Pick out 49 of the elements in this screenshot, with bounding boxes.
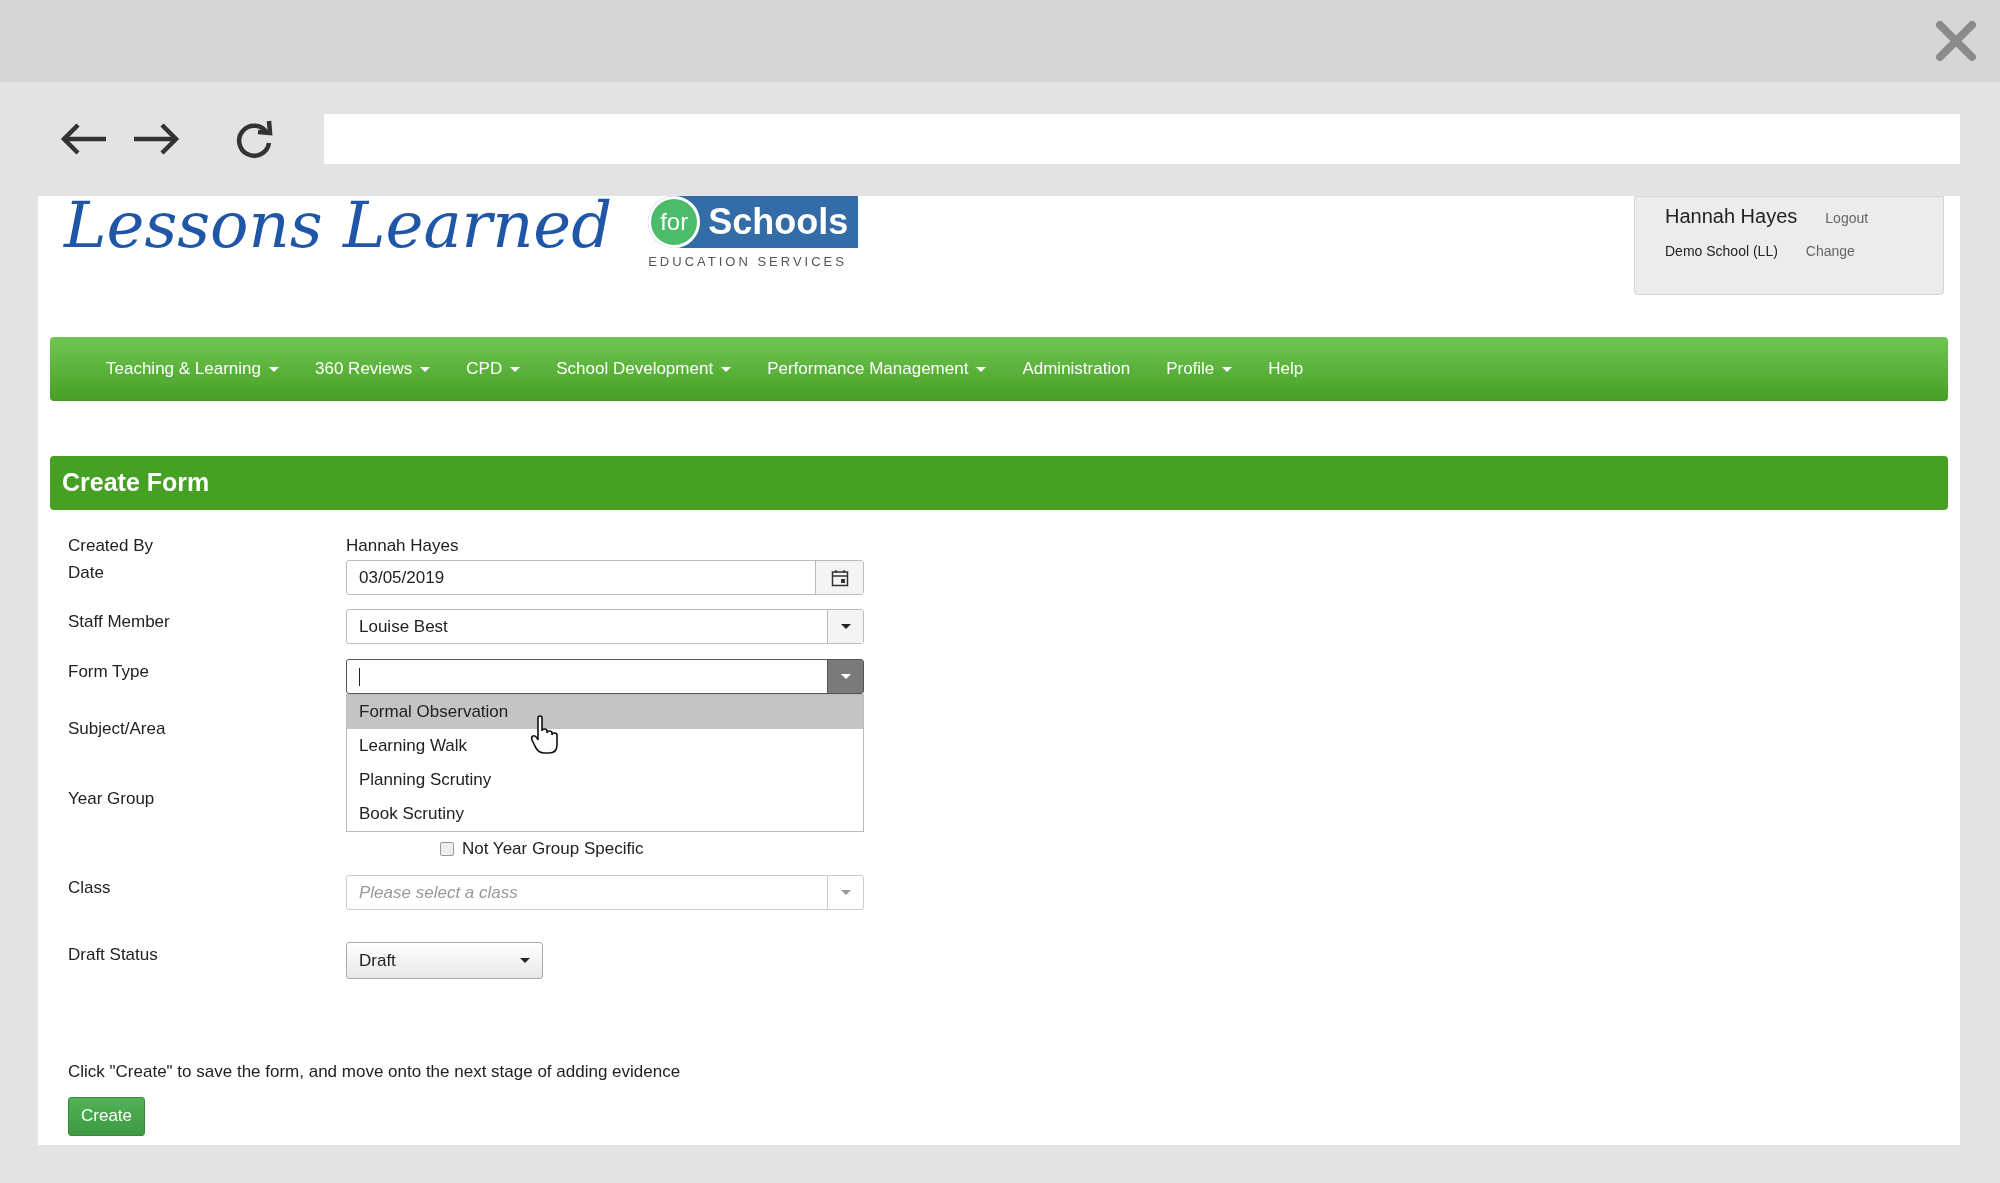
class-select[interactable]: Please select a class bbox=[346, 875, 864, 910]
nav-item[interactable]: Help bbox=[1268, 356, 1304, 382]
school-name: Demo School (LL) bbox=[1665, 242, 1778, 261]
calendar-button[interactable] bbox=[815, 561, 863, 594]
checkbox-label: Not Year Group Specific bbox=[462, 838, 644, 861]
nav-item[interactable]: School Development bbox=[556, 356, 732, 382]
field-label: Year Group bbox=[68, 787, 156, 810]
nav-item[interactable]: CPD bbox=[466, 356, 521, 382]
caret-icon bbox=[840, 674, 851, 679]
logo-title: Lessons Learned bbox=[64, 190, 613, 260]
dropdown-option[interactable]: Formal Observation bbox=[347, 695, 863, 729]
logo-tagline: EDUCATION SERVICES bbox=[648, 253, 847, 271]
field-label: Draft Status bbox=[68, 944, 159, 966]
staff-select[interactable]: Louise Best bbox=[346, 609, 864, 644]
field-label: Staff Member bbox=[68, 611, 171, 633]
forward-arrow-icon[interactable] bbox=[132, 122, 180, 156]
back-arrow-icon[interactable] bbox=[60, 122, 108, 156]
field-label: Created By bbox=[68, 535, 155, 558]
form-type-select[interactable] bbox=[346, 659, 864, 694]
checkbox[interactable] bbox=[440, 842, 454, 856]
logout-link[interactable]: Logout bbox=[1825, 208, 1869, 229]
draft-status-select[interactable]: Draft bbox=[346, 942, 543, 979]
change-link[interactable]: Change bbox=[1805, 241, 1855, 262]
date-field[interactable]: 03/05/2019 bbox=[346, 560, 864, 595]
dropdown-option[interactable]: Book Scrutiny bbox=[347, 797, 863, 831]
dropdown-option[interactable]: Planning Scrutiny bbox=[347, 763, 863, 797]
nav-item[interactable]: 360 Reviews bbox=[315, 356, 431, 382]
field-value: Hannah Hayes bbox=[346, 535, 459, 558]
reload-icon[interactable] bbox=[234, 119, 274, 159]
nav-item[interactable]: Profile bbox=[1166, 356, 1233, 382]
field-label: Class bbox=[68, 877, 112, 899]
dropdown-option[interactable]: Learning Walk bbox=[347, 729, 863, 763]
logo-text: Schools bbox=[708, 200, 849, 244]
field-label: Subject/Area bbox=[68, 718, 167, 740]
instruction-text: Click "Create" to save the form, and move onto the next stage of adding evidence bbox=[68, 1061, 682, 1083]
caret-icon bbox=[520, 958, 530, 963]
calendar-icon bbox=[830, 568, 849, 587]
nav-item[interactable]: Administration bbox=[1022, 356, 1131, 382]
field-label: Date bbox=[68, 562, 105, 584]
nav-item[interactable]: Performance Management bbox=[767, 356, 987, 382]
field-label: Form Type bbox=[68, 661, 150, 683]
user-name: Hannah Hayes bbox=[1665, 204, 1798, 229]
caret-icon bbox=[840, 624, 851, 629]
create-button[interactable]: Create bbox=[68, 1096, 146, 1136]
text-cursor bbox=[359, 667, 360, 686]
nav-item[interactable]: Teaching & Learning bbox=[106, 356, 279, 382]
caret-icon bbox=[840, 890, 851, 895]
hand-cursor-icon bbox=[530, 715, 560, 755]
panel-title: Create Form bbox=[62, 467, 210, 499]
